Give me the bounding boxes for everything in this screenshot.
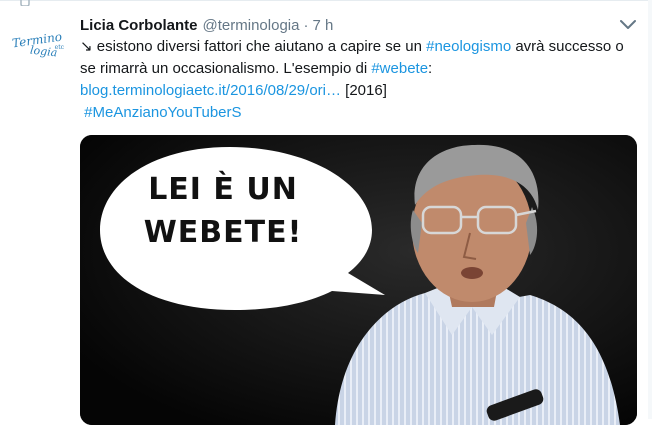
author-name[interactable]: Licia Corbolante [80, 17, 198, 34]
blog-link[interactable]: blog.terminologiaetc.it/2016/08/29/ori… [80, 82, 341, 99]
hashtag-webete[interactable]: #webete [371, 60, 428, 77]
hashtag-neologismo[interactable]: #neologismo [426, 38, 511, 55]
top-divider [0, 0, 652, 1]
speech-line-2: WEBETE! [143, 215, 303, 250]
avatar-text-suffix: etc [54, 44, 64, 51]
scrollbar-track[interactable] [648, 0, 652, 419]
tweet-timestamp[interactable]: 7 h [312, 17, 333, 34]
tweet-text: ↘ esistono diversi fattori che aiutano a… [80, 36, 636, 124]
speech-line-1: LEI È UN [148, 172, 298, 207]
speech-bubble-text: LEI È UN WEBETE! [118, 168, 328, 254]
header-separator: · [303, 16, 309, 34]
chevron-down-icon[interactable] [618, 18, 638, 32]
author-handle[interactable]: @terminologia [203, 17, 300, 34]
tweet-text-part3: : [428, 60, 433, 77]
hashtag-meanzianoyoutubers[interactable]: #MeAnzianoYouTuberS [84, 104, 241, 121]
year-note: [2016] [341, 82, 387, 99]
tweet-header: Licia Corbolante @terminologia · 7 h [80, 15, 333, 35]
thread-connector-icon [20, 0, 30, 6]
tweet-text-part1: esistono diversi fattori che aiutano a c… [92, 38, 427, 55]
avatar[interactable]: Termino logia etc [11, 20, 66, 72]
arrow-emoji-icon: ↘ [80, 38, 93, 55]
